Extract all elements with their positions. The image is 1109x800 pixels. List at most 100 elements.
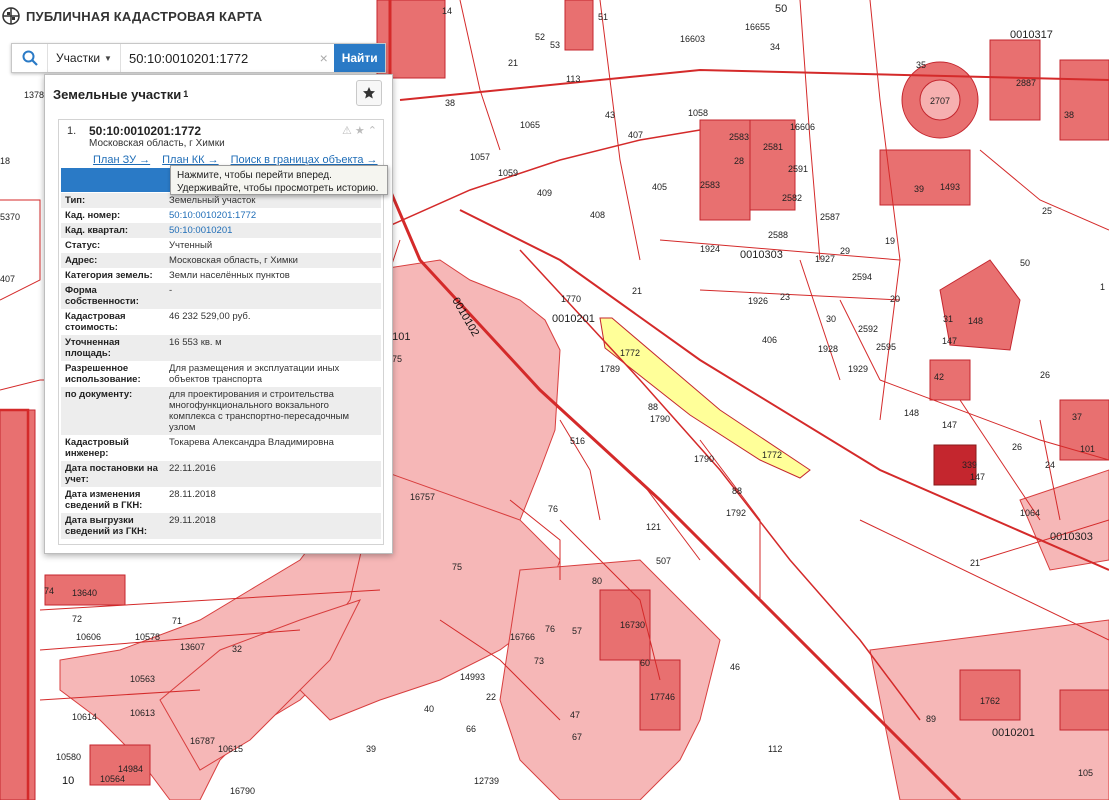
svg-text:10564: 10564 [100, 774, 125, 784]
svg-text:88: 88 [732, 486, 742, 496]
svg-text:17746: 17746 [650, 692, 675, 702]
svg-text:50: 50 [775, 3, 787, 15]
panel-header: Земельные участки 1 [45, 75, 392, 113]
svg-text:76: 76 [548, 504, 558, 514]
cadastral-number[interactable]: 50:10:0010201:1772 [89, 124, 201, 138]
attribute-value[interactable]: 50:10:0010201:1772 [165, 208, 381, 223]
svg-text:14: 14 [442, 6, 452, 16]
attribute-key: Кад. квартал: [61, 223, 165, 238]
svg-text:16730: 16730 [620, 620, 645, 630]
svg-text:28: 28 [734, 156, 744, 166]
attribute-key: по документу: [61, 387, 165, 435]
attribute-key: Кадастровый инженер: [65, 437, 129, 459]
svg-text:73: 73 [534, 656, 544, 666]
find-button[interactable]: Найти [334, 44, 386, 72]
panel-title: Земельные участки [53, 86, 182, 102]
attribute-row: по документу: для проектирования и строит… [61, 387, 381, 435]
attribute-key: Форма собственности: [61, 283, 165, 309]
search-bar: Участки ▼ × Найти [11, 43, 386, 73]
svg-text:26: 26 [1012, 442, 1022, 452]
attribute-value: 29.11.2018 [165, 513, 381, 539]
warning-icon[interactable]: ⚠ [342, 124, 352, 137]
attribute-key: Кад. номер: [65, 210, 121, 221]
tooltip-line-1: Нажмите, чтобы перейти вперед. [177, 170, 332, 181]
clear-icon[interactable]: × [313, 44, 334, 72]
attribute-value: 16 553 кв. м [165, 335, 381, 361]
svg-text:112: 112 [768, 744, 782, 754]
svg-text:147: 147 [970, 472, 985, 482]
svg-text:1790: 1790 [650, 414, 670, 424]
attributes-table: Тип: Земельный участок Кад. номер: 50:10:00… [61, 193, 381, 539]
item-number: 1. [67, 125, 77, 137]
svg-text:29: 29 [840, 246, 850, 256]
svg-text:34: 34 [770, 42, 780, 52]
search-icon[interactable] [12, 44, 49, 72]
search-input[interactable] [120, 44, 313, 72]
svg-text:1929: 1929 [848, 364, 868, 374]
attribute-row: Дата постановки на учет: 22.11.2016 [61, 461, 381, 487]
collapse-icon[interactable]: ⌃ [368, 124, 377, 137]
attribute-value: 46 232 529,00 руб. [169, 311, 251, 322]
svg-text:13640: 13640 [72, 588, 97, 598]
app-header: ПУБЛИЧНАЯ КАДАСТРОВАЯ КАРТА [2, 2, 262, 30]
attribute-row: Дата выгрузки сведений из ГКН: 29.11.2018 [61, 513, 381, 539]
svg-text:66: 66 [466, 724, 476, 734]
app-title: ПУБЛИЧНАЯ КАДАСТРОВАЯ КАРТА [26, 8, 263, 24]
link-plan-zu[interactable]: План ЗУ → [93, 154, 150, 166]
attribute-row: Кад. квартал: 50:10:0010201 [61, 223, 381, 238]
svg-text:10580: 10580 [56, 752, 81, 762]
svg-text:2583: 2583 [700, 180, 720, 190]
attribute-value: 28.11.2018 [169, 489, 216, 500]
attribute-value: Токарева Александра Владимировна [169, 437, 334, 448]
svg-text:1772: 1772 [620, 348, 640, 358]
attribute-row: Категория земель: Земли населённых пункто… [61, 268, 381, 283]
attribute-value: Московская область, г Химки [165, 253, 381, 268]
attribute-value: 22.11.2016 [165, 461, 381, 487]
attribute-row: Кадастровый инженер: Токарева Александра … [61, 435, 381, 461]
attribute-value: для проектирования и строительства много… [165, 387, 381, 435]
tooltip-line-2: Удерживайте, чтобы просмотреть историю. [177, 183, 379, 194]
svg-text:23: 23 [780, 292, 790, 302]
svg-text:408: 408 [590, 210, 605, 220]
svg-text:71: 71 [172, 616, 182, 626]
svg-text:60: 60 [640, 658, 650, 668]
star-outline-icon[interactable]: ★ [355, 124, 365, 137]
svg-text:1927: 1927 [815, 254, 835, 264]
svg-text:0010201: 0010201 [992, 727, 1035, 739]
svg-text:0010317: 0010317 [1010, 29, 1053, 41]
svg-text:1065: 1065 [520, 120, 540, 130]
svg-text:339: 339 [962, 460, 977, 470]
svg-text:75: 75 [452, 562, 462, 572]
svg-text:42: 42 [934, 372, 944, 382]
svg-text:2707: 2707 [930, 96, 950, 106]
address-short: Московская область, г Химки [89, 138, 225, 149]
attribute-value: Земли населённых пунктов [169, 270, 290, 281]
svg-text:10613: 10613 [130, 708, 155, 718]
result-count: 1 [183, 89, 189, 99]
svg-text:2592: 2592 [858, 324, 878, 334]
attribute-value[interactable]: 50:10:0010201 [165, 223, 381, 238]
attribute-row: Разрешенное использование: Для размещения… [61, 361, 381, 387]
svg-text:16655: 16655 [745, 22, 770, 32]
svg-text:31: 31 [943, 314, 953, 324]
search-type-select[interactable]: Участки ▼ [48, 44, 121, 72]
svg-text:1789: 1789 [600, 364, 620, 374]
svg-text:80: 80 [592, 576, 602, 586]
svg-text:507: 507 [656, 556, 671, 566]
attribute-key: Адрес: [61, 253, 165, 268]
svg-text:16787: 16787 [190, 736, 215, 746]
svg-text:16606: 16606 [790, 122, 815, 132]
favorite-button[interactable] [356, 80, 382, 106]
svg-text:75: 75 [392, 354, 402, 364]
svg-text:40: 40 [424, 704, 434, 714]
svg-text:101: 101 [1080, 444, 1095, 454]
svg-text:0010201: 0010201 [552, 313, 595, 325]
svg-text:1762: 1762 [980, 696, 1000, 706]
svg-text:10614: 10614 [72, 712, 97, 722]
svg-text:407: 407 [628, 130, 643, 140]
attribute-key: Тип: [61, 193, 165, 208]
svg-text:72: 72 [72, 614, 82, 624]
svg-text:19: 19 [885, 236, 895, 246]
svg-text:50: 50 [1020, 258, 1030, 268]
svg-text:1924: 1924 [700, 244, 720, 254]
